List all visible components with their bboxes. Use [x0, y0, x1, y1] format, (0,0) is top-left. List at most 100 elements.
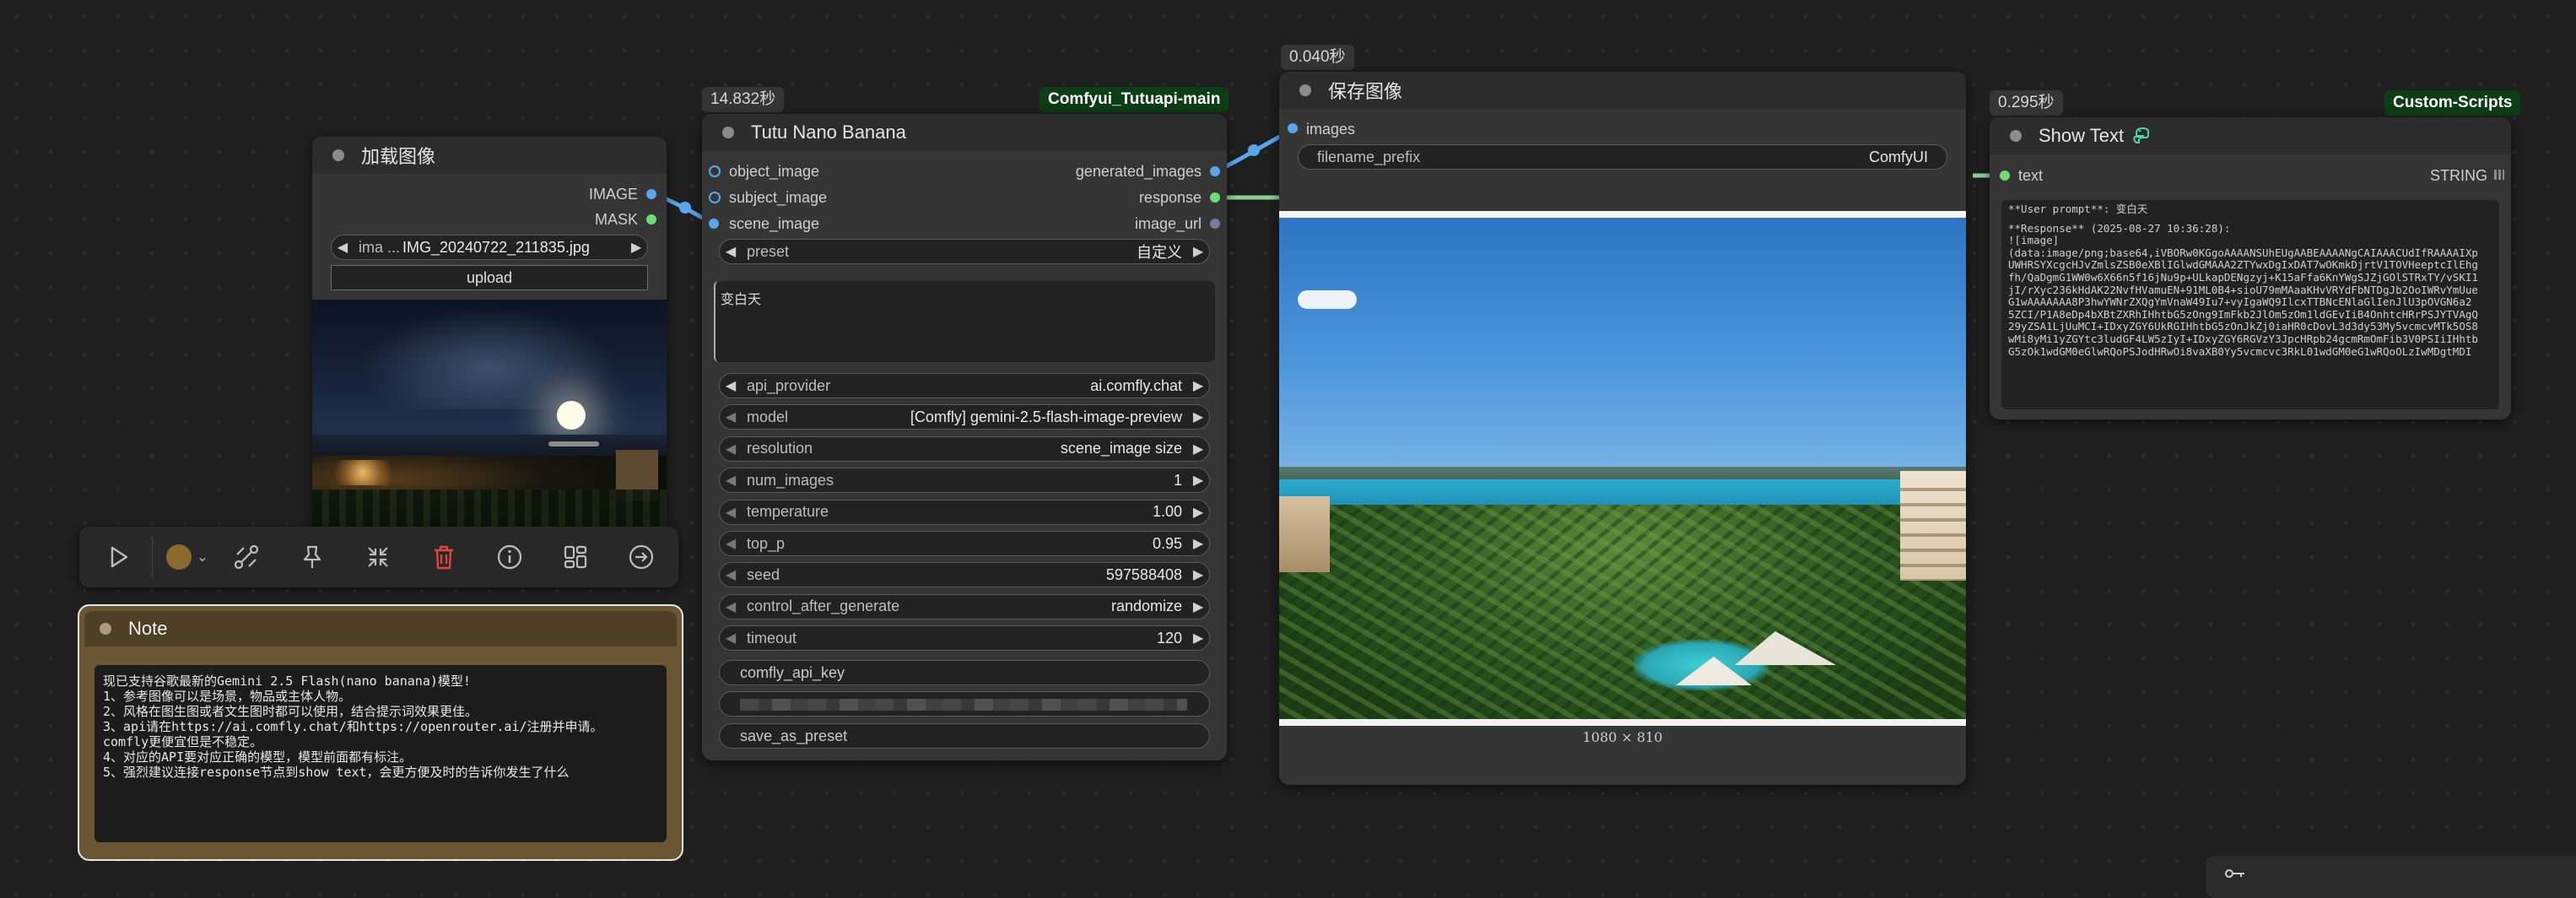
note-text[interactable]: 现已支持谷歌最新的Gemini 2.5 Flash(nano banana)模型… — [95, 665, 667, 842]
filename-prefix-input[interactable]: filename_prefix ComfyUI — [1298, 144, 1947, 170]
input-images-pin[interactable] — [1288, 123, 1298, 133]
output-image-pin[interactable] — [646, 189, 656, 199]
widget-value: 1 — [1173, 471, 1182, 489]
preset-widget[interactable]: ◀ preset 自定义 ▶ — [719, 239, 1210, 264]
grid-output-icon[interactable] — [2494, 170, 2504, 180]
temperature-widget[interactable]: ◀ temperature 1.00 ▶ — [719, 499, 1210, 525]
next-arrow-icon[interactable]: ▶ — [625, 239, 647, 256]
preset-label: preset — [747, 242, 790, 260]
image-select-widget[interactable]: ◀ ima ... IMG_20240722_211835.jpg ▶ — [331, 235, 648, 260]
text-line: (data:image/png;base64,iVBORw0KGgoAAAANS… — [2008, 246, 2478, 259]
text-line: ![image] — [2008, 234, 2060, 247]
prev-arrow-icon[interactable]: ◀ — [720, 377, 742, 394]
nano-header[interactable]: Tutu Nano Banana — [702, 114, 1227, 151]
next-arrow-icon[interactable]: ▶ — [1187, 504, 1209, 521]
upload-button[interactable]: upload — [331, 265, 648, 290]
input-subject-image-pin[interactable] — [709, 192, 721, 203]
comfly-api-key-input[interactable]: comfly_api_key — [719, 660, 1210, 685]
next-arrow-icon[interactable]: ▶ — [1187, 377, 1209, 394]
collapse-icon[interactable] — [359, 538, 397, 576]
bypass-icon[interactable] — [228, 538, 265, 576]
text-line: G5zOk1wdGM0eGlwRQoPSJodHRwOi8vaXB0Yy5vcm… — [2008, 344, 2472, 358]
play-icon[interactable] — [100, 538, 137, 576]
api-provider-widget[interactable]: ◀ api_provider ai.comfly.chat ▶ — [719, 373, 1210, 398]
input-object-image-label: object_image — [729, 163, 820, 180]
widget-value: ai.comfly.chat — [1090, 376, 1182, 394]
tutu-nano-banana-node[interactable]: Tutu Nano Banana object_image subject_im… — [702, 114, 1227, 760]
collapse-dot[interactable] — [332, 149, 344, 161]
collapse-dot[interactable] — [2010, 130, 2022, 142]
input-scene-image-pin[interactable] — [709, 219, 719, 229]
next-arrow-icon[interactable]: ▶ — [1187, 535, 1209, 552]
output-response-pin[interactable] — [1210, 192, 1220, 203]
collapse-dot[interactable] — [100, 623, 111, 635]
info-icon[interactable] — [491, 538, 528, 576]
filename-prefix-label: filename_prefix — [1317, 148, 1421, 165]
widget-label: control_after_generate — [747, 598, 900, 615]
next-arrow-icon[interactable]: ▶ — [1187, 598, 1209, 615]
timeout-widget[interactable]: ◀ timeout 120 ▶ — [719, 625, 1210, 652]
seed-widget[interactable]: ◀ seed 597588408 ▶ — [719, 562, 1210, 588]
pin-icon[interactable] — [294, 538, 331, 576]
layout-icon[interactable] — [557, 538, 594, 576]
next-arrow-icon[interactable]: ▶ — [1187, 472, 1209, 489]
prev-arrow-icon[interactable]: ◀ — [720, 566, 742, 583]
nano-source-badge: Comfyui_Tutuapi-main — [1040, 87, 1229, 112]
image-widget-label: ima ... — [359, 238, 401, 256]
load-image-header[interactable]: 加载图像 — [312, 137, 667, 174]
control-after-generate-widget[interactable]: ◀ control_after_generate randomize ▶ — [719, 593, 1210, 619]
next-arrow-icon[interactable]: ▶ — [1187, 630, 1209, 646]
prev-arrow-icon[interactable]: ◀ — [720, 243, 742, 260]
widget-value: 1.00 — [1152, 503, 1182, 521]
output-generated-images-pin[interactable] — [1210, 166, 1220, 176]
load-image-node[interactable]: 加载图像 IMAGE MASK ◀ ima ... IMG_20240722_2… — [312, 137, 667, 533]
show-text-node[interactable]: Show Text text STRING **User prompt**: 变… — [1990, 117, 2511, 419]
delete-icon[interactable] — [425, 538, 462, 576]
prompt-textarea[interactable]: 变白天 — [714, 281, 1215, 362]
color-icon[interactable]: ⌄ — [162, 538, 213, 576]
text-line: 29yZSA1LjUuMCI+IDxyZGY6UkRGIHhtbG5zOnJkZ… — [2008, 320, 2478, 333]
key-icon[interactable] — [2224, 866, 2246, 885]
prev-arrow-icon[interactable]: ◀ — [720, 535, 742, 552]
prev-arrow-icon[interactable]: ◀ — [720, 504, 742, 521]
prev-arrow-icon[interactable]: ◀ — [720, 472, 742, 489]
save-as-preset-button[interactable]: save_as_preset — [719, 723, 1210, 749]
model-widget[interactable]: ◀ model [Comfly] gemini-2.5-flash-image-pr… — [719, 404, 1210, 430]
widget-label: temperature — [747, 503, 829, 521]
output-mask-pin[interactable] — [646, 214, 656, 224]
save-image-header[interactable]: 保存图像 — [1279, 72, 1966, 109]
load-image-title: 加载图像 — [361, 146, 436, 167]
input-text-pin[interactable] — [2000, 170, 2010, 181]
output-image-url-pin[interactable] — [1210, 219, 1220, 229]
next-arrow-icon[interactable]: ▶ — [1187, 566, 1209, 583]
input-object-image-pin[interactable] — [709, 165, 721, 177]
prev-arrow-icon[interactable]: ◀ — [332, 239, 354, 256]
note-node[interactable]: Note 现已支持谷歌最新的Gemini 2.5 Flash(nano bana… — [78, 604, 683, 861]
show-text-output[interactable]: **User prompt**: 变白天 **Response** (2025-… — [2001, 200, 2499, 409]
prev-arrow-icon[interactable]: ◀ — [720, 441, 742, 457]
output-image-url-label: image_url — [1134, 215, 1202, 232]
save-image-node[interactable]: 保存图像 images filename_prefix ComfyUI 1080… — [1279, 72, 1966, 785]
prev-arrow-icon[interactable]: ◀ — [720, 408, 742, 425]
next-arrow-icon[interactable]: ▶ — [1187, 441, 1209, 457]
arrow-right-icon[interactable] — [623, 538, 660, 576]
next-arrow-icon[interactable]: ▶ — [1187, 243, 1209, 260]
prev-arrow-icon[interactable]: ◀ — [720, 630, 742, 646]
showtext-header[interactable]: Show Text — [1990, 117, 2511, 154]
widget-value: 0.95 — [1152, 534, 1182, 552]
next-arrow-icon[interactable]: ▶ — [1187, 408, 1209, 425]
bottom-right-panel[interactable] — [2206, 856, 2576, 898]
note-line: 2、风格在图生图或者文生图时都可以使用，结合提示词效果更佳。 — [103, 704, 478, 719]
preset-value: 自定义 — [1137, 244, 1182, 261]
num-images-widget[interactable]: ◀ num_images 1 ▶ — [719, 468, 1210, 494]
nano-exec-time: 14.832秒 — [702, 87, 785, 112]
output-response-label: response — [1138, 189, 1202, 206]
api-key-masked-field[interactable] — [719, 691, 1210, 717]
widget-value: randomize — [1110, 598, 1182, 615]
top-p-widget[interactable]: ◀ top_p 0.95 ▶ — [719, 531, 1210, 556]
note-header[interactable]: Note — [84, 611, 677, 646]
collapse-dot[interactable] — [1299, 84, 1311, 96]
collapse-dot[interactable] — [722, 127, 734, 138]
prev-arrow-icon[interactable]: ◀ — [720, 598, 742, 615]
resolution-widget[interactable]: ◀ resolution scene_image size ▶ — [719, 435, 1210, 462]
